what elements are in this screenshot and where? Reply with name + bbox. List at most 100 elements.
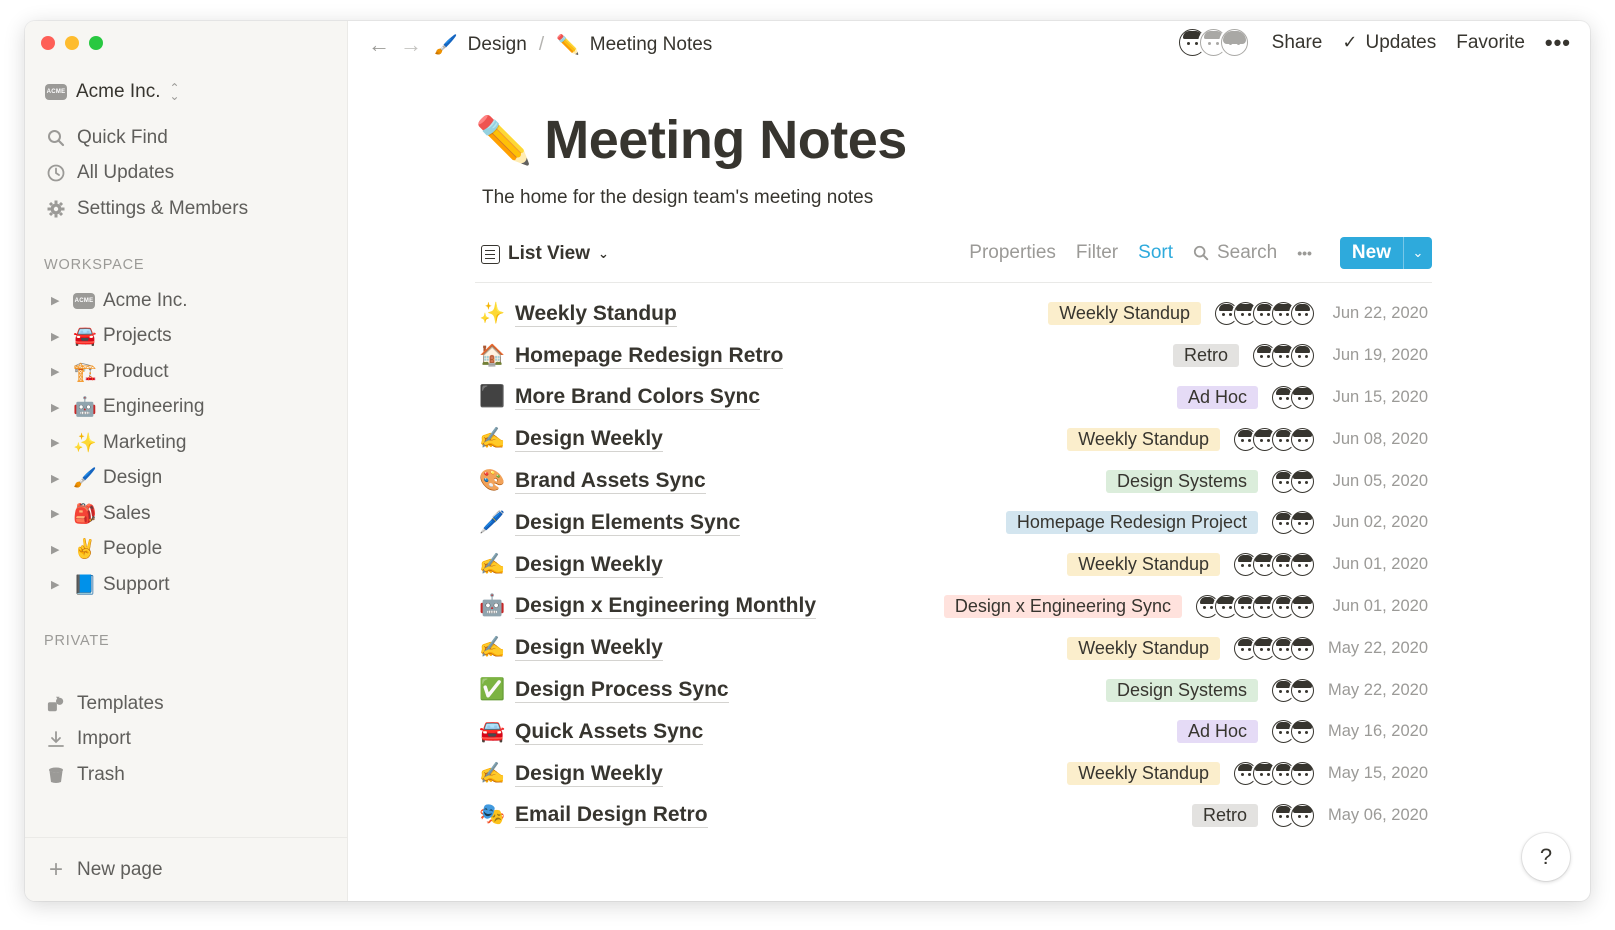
participant-avatars[interactable] bbox=[1253, 344, 1314, 368]
expand-triangle-icon[interactable]: ▶ bbox=[51, 330, 73, 343]
type-tag[interactable]: Weekly Standup bbox=[1048, 302, 1201, 326]
new-button[interactable]: New bbox=[1339, 237, 1403, 269]
sidebar-page-sales[interactable]: ▶ 🎒 Sales bbox=[51, 496, 204, 532]
page-title[interactable]: Meeting Notes bbox=[544, 109, 907, 171]
row-title[interactable]: Weekly Standup bbox=[515, 301, 677, 327]
row-title[interactable]: Design x Engineering Monthly bbox=[515, 593, 817, 620]
participant-avatars[interactable] bbox=[1272, 511, 1314, 535]
expand-triangle-icon[interactable]: ▶ bbox=[51, 507, 73, 520]
list-item[interactable]: ⬛ More Brand Colors Sync Ad Hoc Jun 15, 202… bbox=[475, 377, 1432, 419]
row-title[interactable]: Design Elements Sync bbox=[515, 510, 741, 536]
expand-triangle-icon[interactable]: ▶ bbox=[51, 472, 73, 485]
type-tag[interactable]: Weekly Standup bbox=[1067, 553, 1220, 577]
list-item[interactable]: ✨ Weekly Standup Weekly Standup Jun 22, 202… bbox=[475, 293, 1432, 335]
properties-button[interactable]: Properties bbox=[969, 242, 1056, 264]
row-title[interactable]: Design Weekly bbox=[515, 635, 663, 662]
type-tag[interactable]: Retro bbox=[1191, 803, 1258, 827]
type-tag[interactable]: Ad Hoc bbox=[1176, 720, 1258, 744]
workspace-switcher[interactable]: ACME Acme Inc. ⌃ ⌄ bbox=[45, 81, 180, 103]
participant-avatars[interactable] bbox=[1272, 720, 1314, 744]
sidebar-item-templates[interactable]: Templates bbox=[47, 686, 164, 722]
help-button[interactable]: ? bbox=[1522, 833, 1570, 881]
type-tag[interactable]: Design Systems bbox=[1105, 678, 1258, 702]
sidebar-page-design[interactable]: ▶ 🖌️ Design bbox=[51, 461, 204, 497]
close-window-button[interactable] bbox=[41, 36, 55, 50]
forward-arrow-icon[interactable]: → bbox=[400, 32, 422, 58]
minimize-window-button[interactable] bbox=[65, 36, 79, 50]
list-item[interactable]: ✍️ Design Weekly Weekly Standup May 22, 202… bbox=[475, 627, 1432, 669]
sidebar-page-engineering[interactable]: ▶ 🤖 Engineering bbox=[51, 390, 204, 426]
type-tag[interactable]: Design Systems bbox=[1105, 469, 1258, 493]
type-tag[interactable]: Retro bbox=[1172, 344, 1239, 368]
share-button[interactable]: Share bbox=[1272, 32, 1323, 54]
back-arrow-icon[interactable]: ← bbox=[368, 32, 390, 58]
sidebar-page-marketing[interactable]: ▶ ✨ Marketing bbox=[51, 425, 204, 461]
participant-avatars[interactable] bbox=[1234, 427, 1314, 451]
participant-avatars[interactable] bbox=[1272, 678, 1314, 702]
sidebar-item-import[interactable]: Import bbox=[47, 722, 164, 758]
sort-button[interactable]: Sort bbox=[1138, 242, 1173, 264]
view-switcher[interactable]: List View ⌄ bbox=[481, 243, 609, 265]
filter-button[interactable]: Filter bbox=[1076, 242, 1118, 264]
participant-avatars[interactable] bbox=[1272, 385, 1314, 409]
sidebar-item-settings[interactable]: Settings & Members bbox=[47, 191, 248, 227]
new-dropdown-chevron-icon[interactable]: ⌄ bbox=[1403, 237, 1432, 269]
expand-triangle-icon[interactable]: ▶ bbox=[51, 365, 73, 378]
expand-triangle-icon[interactable]: ▶ bbox=[51, 401, 73, 414]
sidebar-page-people[interactable]: ▶ ✌️ People bbox=[51, 532, 204, 568]
list-item[interactable]: 🖊️ Design Elements Sync Homepage Redesign … bbox=[475, 502, 1432, 544]
sidebar-item-all-updates[interactable]: All Updates bbox=[47, 156, 248, 192]
type-tag[interactable]: Weekly Standup bbox=[1067, 636, 1220, 660]
row-title[interactable]: Design Weekly bbox=[515, 426, 663, 453]
updates-button[interactable]: Updates bbox=[1365, 32, 1436, 54]
row-title[interactable]: Design Process Sync bbox=[515, 677, 729, 704]
row-title[interactable]: More Brand Colors Sync bbox=[515, 384, 761, 411]
expand-triangle-icon[interactable]: ▶ bbox=[51, 578, 73, 591]
participant-avatars[interactable] bbox=[1234, 553, 1314, 577]
type-tag[interactable]: Design x Engineering Sync bbox=[943, 594, 1182, 618]
sidebar-page-projects[interactable]: ▶ 🚘 Projects bbox=[51, 319, 204, 355]
more-view-options-icon[interactable]: ••• bbox=[1297, 245, 1312, 261]
sidebar-page-acme[interactable]: ▶ ACME Acme Inc. bbox=[51, 283, 204, 319]
participant-avatars[interactable] bbox=[1272, 469, 1314, 493]
list-item[interactable]: 🚘 Quick Assets Sync Ad Hoc May 16, 2020 bbox=[475, 711, 1432, 753]
expand-triangle-icon[interactable]: ▶ bbox=[51, 436, 73, 449]
new-page-button[interactable]: + New page bbox=[25, 837, 347, 901]
breadcrumb-item-meeting-notes[interactable]: Meeting Notes bbox=[590, 34, 713, 56]
type-tag[interactable]: Ad Hoc bbox=[1176, 385, 1258, 409]
collaborator-avatars[interactable] bbox=[1178, 29, 1248, 56]
maximize-window-button[interactable] bbox=[89, 36, 103, 50]
participant-avatars[interactable] bbox=[1234, 636, 1314, 660]
row-title[interactable]: Homepage Redesign Retro bbox=[515, 343, 784, 369]
row-title[interactable]: Brand Assets Sync bbox=[515, 468, 706, 495]
search-button[interactable]: Search bbox=[1193, 242, 1277, 264]
type-tag[interactable]: Homepage Redesign Project bbox=[1005, 511, 1258, 535]
more-options-icon[interactable]: ••• bbox=[1545, 30, 1571, 56]
sidebar-page-product[interactable]: ▶ 🏗️ Product bbox=[51, 354, 204, 390]
list-item[interactable]: 🏠 Homepage Redesign Retro Retro Jun 19, 202… bbox=[475, 335, 1432, 377]
expand-triangle-icon[interactable]: ▶ bbox=[51, 294, 73, 307]
list-item[interactable]: 🎨 Brand Assets Sync Design Systems Jun 05, … bbox=[475, 460, 1432, 502]
list-item[interactable]: 🤖 Design x Engineering Monthly Design x En… bbox=[475, 586, 1432, 628]
sidebar-page-support[interactable]: ▶ 📘 Support bbox=[51, 567, 204, 603]
type-tag[interactable]: Weekly Standup bbox=[1067, 762, 1220, 786]
type-tag[interactable]: Weekly Standup bbox=[1067, 427, 1220, 451]
list-item[interactable]: ✍️ Design Weekly Weekly Standup Jun 08, 202… bbox=[475, 418, 1432, 460]
sidebar-item-trash[interactable]: Trash bbox=[47, 757, 164, 793]
list-item[interactable]: ✍️ Design Weekly Weekly Standup Jun 01, 202… bbox=[475, 544, 1432, 586]
row-title[interactable]: Quick Assets Sync bbox=[515, 719, 704, 745]
list-item[interactable]: 🎭 Email Design Retro Retro May 06, 2020 bbox=[475, 795, 1432, 837]
sidebar-item-quick-find[interactable]: Quick Find bbox=[47, 120, 248, 156]
expand-triangle-icon[interactable]: ▶ bbox=[51, 543, 73, 556]
pencil-icon[interactable]: ✏️ bbox=[475, 113, 532, 168]
list-item[interactable]: ✍️ Design Weekly Weekly Standup May 15, 202… bbox=[475, 753, 1432, 795]
list-item[interactable]: ✅ Design Process Sync Design Systems May 22… bbox=[475, 669, 1432, 711]
participant-avatars[interactable] bbox=[1234, 762, 1314, 786]
favorite-button[interactable]: Favorite bbox=[1456, 32, 1525, 54]
participant-avatars[interactable] bbox=[1196, 594, 1314, 618]
row-title[interactable]: Design Weekly bbox=[515, 761, 663, 787]
breadcrumb-item-design[interactable]: Design bbox=[468, 34, 527, 56]
participant-avatars[interactable] bbox=[1215, 302, 1314, 326]
participant-avatars[interactable] bbox=[1272, 803, 1314, 827]
page-description[interactable]: The home for the design team's meeting n… bbox=[482, 187, 873, 209]
